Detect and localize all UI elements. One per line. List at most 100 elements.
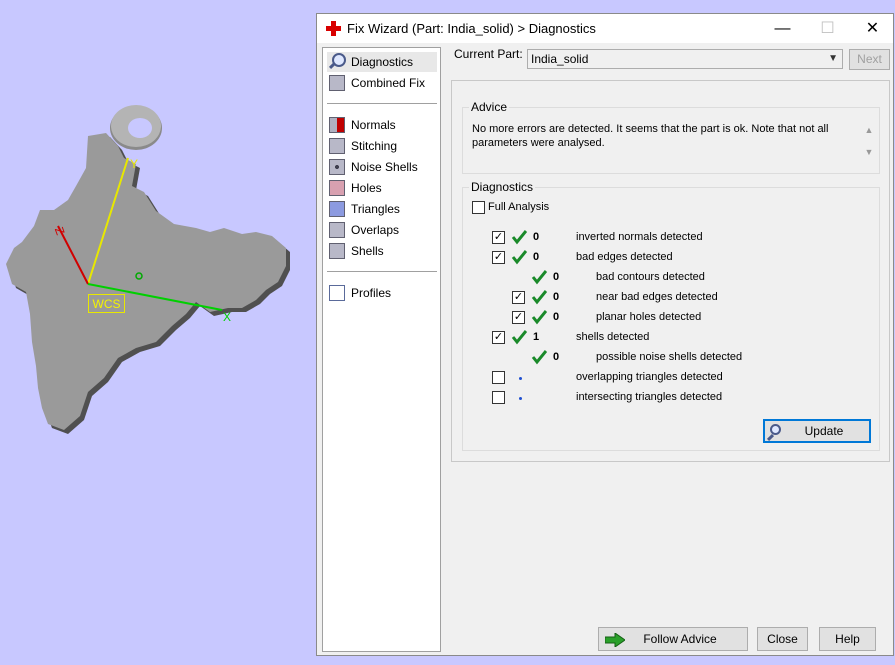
intersecting-triangles-checkbox[interactable]: [492, 391, 505, 404]
scroll-up-icon[interactable]: ▲: [862, 119, 876, 141]
planar-holes-count: 0: [553, 311, 560, 323]
close-button[interactable]: Close: [757, 627, 808, 651]
sidebar-item-label: Holes: [351, 181, 382, 195]
diagnostics-panel: Advice No more errors are detected. It s…: [451, 80, 890, 462]
advice-text: No more errors are detected. It seems th…: [472, 122, 860, 160]
current-part-select[interactable]: India_solid ▼: [527, 49, 843, 69]
sidebar-item-label: Diagnostics: [351, 55, 414, 69]
inverted-normals-count: 0: [533, 231, 540, 243]
sidebar-divider: [327, 103, 437, 104]
bad-edges-label: bad edges detected: [576, 251, 673, 263]
x-axis-label: X: [223, 310, 232, 324]
update-button-label: Update: [804, 424, 844, 438]
follow-advice-label: Follow Advice: [643, 632, 717, 646]
chevron-down-icon: ▼: [828, 53, 838, 64]
help-button[interactable]: Help: [819, 627, 876, 651]
shells-label: shells detected: [576, 331, 650, 343]
minimize-button[interactable]: —: [760, 14, 805, 43]
bad-edges-count: 0: [533, 251, 540, 263]
y-axis-label: Y: [130, 157, 139, 171]
current-part-label: Current Part:: [454, 47, 523, 61]
sidebar-item-label: Overlaps: [351, 223, 400, 237]
planar-holes-label: planar holes detected: [596, 311, 702, 323]
stitching-cube-icon: [329, 138, 345, 154]
sidebar-divider: [327, 271, 437, 272]
maximize-button: ☐: [820, 20, 835, 37]
sidebar-item-stitching[interactable]: Stitching: [327, 136, 437, 156]
sidebar-item-profiles[interactable]: Profiles: [327, 283, 437, 303]
part-model[interactable]: [0, 0, 316, 665]
sidebar-item-shells[interactable]: Shells: [327, 241, 437, 261]
not-analysed-dot-icon: [519, 377, 522, 380]
sidebar-item-label: Triangles: [351, 202, 400, 216]
checkmark-icon: [511, 329, 527, 345]
magnifier-handle: [766, 433, 775, 442]
scroll-down-icon[interactable]: ▼: [862, 141, 876, 163]
normals-cube-icon: [329, 117, 345, 133]
triangles-cube-icon: [329, 201, 345, 217]
shells-count: 1: [533, 331, 540, 343]
overlapping-triangles-checkbox[interactable]: [492, 371, 505, 384]
sidebar-item-noise-shells[interactable]: Noise Shells: [327, 157, 437, 177]
overlaps-cube-icon: [329, 222, 345, 238]
near-bad-edges-checkbox[interactable]: ✓: [512, 291, 525, 304]
sidebar-item-combined-fix[interactable]: Combined Fix: [327, 73, 437, 93]
sidebar-item-holes[interactable]: Holes: [327, 178, 437, 198]
checkmark-icon: [511, 229, 527, 245]
window-title: Fix Wizard (Part: India_solid) > Diagnos…: [347, 21, 596, 36]
follow-advice-button[interactable]: Follow Advice: [598, 627, 748, 651]
inverted-normals-checkbox[interactable]: ✓: [492, 231, 505, 244]
advice-scrollbar[interactable]: ▲ ▼: [862, 119, 876, 163]
full-analysis-label: Full Analysis: [488, 201, 550, 213]
diagnostics-group: Diagnostics Full Analysis ✓ 0 inverted n…: [462, 180, 880, 451]
cube-icon: [329, 75, 345, 91]
sidebar-item-triangles[interactable]: Triangles: [327, 199, 437, 219]
sidebar-item-label: Normals: [351, 118, 396, 132]
sidebar-item-label: Stitching: [351, 139, 398, 153]
checkmark-icon: [531, 289, 547, 305]
overlapping-triangles-label: overlapping triangles detected: [576, 371, 723, 383]
checkmark-icon: [531, 309, 547, 325]
full-analysis-checkbox[interactable]: [472, 201, 485, 214]
sidebar-item-diagnostics[interactable]: Diagnostics: [327, 52, 437, 72]
wcs-label: WCS: [88, 294, 125, 313]
checkmark-icon: [531, 269, 547, 285]
green-arrow-icon: [604, 632, 626, 654]
sidebar-item-label: Combined Fix: [351, 76, 426, 90]
inverted-normals-label: inverted normals detected: [576, 231, 703, 243]
sidebar-item-overlaps[interactable]: Overlaps: [327, 220, 437, 240]
fix-steps-sidebar: Diagnostics Combined Fix Normals Stitchi…: [322, 47, 441, 652]
holes-cube-icon: [329, 180, 345, 196]
close-window-button[interactable]: ✕: [850, 14, 895, 43]
title-bar[interactable]: Fix Wizard (Part: India_solid) > Diagnos…: [317, 14, 893, 43]
noise-shells-cube-icon: [329, 159, 345, 175]
current-part-value: India_solid: [531, 52, 589, 66]
bad-contours-label: bad contours detected: [596, 271, 705, 283]
checkmark-icon: [531, 349, 547, 365]
checkmark-icon: [511, 249, 527, 265]
near-bad-edges-label: near bad edges detected: [596, 291, 718, 303]
near-bad-edges-count: 0: [553, 291, 560, 303]
next-button: Next: [849, 49, 890, 70]
sidebar-item-label: Shells: [351, 244, 384, 258]
shells-checkbox[interactable]: ✓: [492, 331, 505, 344]
fix-wizard-icon: [326, 21, 341, 36]
3d-viewport[interactable]: WCS X Y Z: [0, 0, 316, 665]
shells-cube-icon: [329, 243, 345, 259]
noise-shells-label: possible noise shells detected: [596, 351, 743, 363]
intersecting-triangles-label: intersecting triangles detected: [576, 391, 723, 403]
diagnostics-title: Diagnostics: [469, 180, 536, 194]
advice-title: Advice: [469, 100, 510, 114]
not-analysed-dot-icon: [519, 397, 522, 400]
bad-contours-count: 0: [553, 271, 560, 283]
update-button[interactable]: Update: [763, 419, 871, 443]
advice-group: Advice No more errors are detected. It s…: [462, 100, 880, 174]
planar-holes-checkbox[interactable]: ✓: [512, 311, 525, 324]
document-icon: [329, 285, 345, 301]
bad-edges-checkbox[interactable]: ✓: [492, 251, 505, 264]
sidebar-item-label: Profiles: [351, 286, 392, 300]
fix-wizard-window: Fix Wizard (Part: India_solid) > Diagnos…: [316, 13, 894, 656]
sidebar-item-normals[interactable]: Normals: [327, 115, 437, 135]
sidebar-item-label: Noise Shells: [351, 160, 418, 174]
noise-shells-count: 0: [553, 351, 560, 363]
